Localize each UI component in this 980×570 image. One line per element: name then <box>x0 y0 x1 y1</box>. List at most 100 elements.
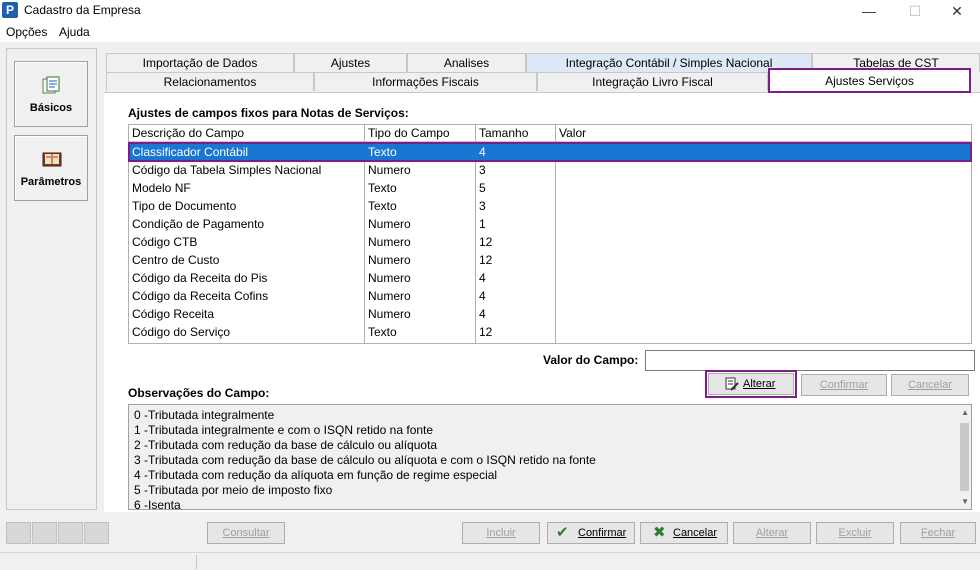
observacoes-title: Observações do Campo: <box>128 386 270 400</box>
cell-tamanho[interactable]: 4 <box>476 305 555 323</box>
table-row[interactable]: Condição de Pagamento Numero 1 <box>129 215 971 233</box>
cell-tamanho[interactable]: 5 <box>476 179 555 197</box>
table-row[interactable]: Tipo de Documento Texto 3 <box>129 197 971 215</box>
obs-line: 6 -Isenta <box>134 498 181 510</box>
cell-tamanho[interactable]: 4 <box>476 143 555 161</box>
alterar-label: Alterar <box>743 378 776 390</box>
tab-analises[interactable]: Analises <box>407 53 526 72</box>
cell-descricao[interactable]: Código da Receita do Pis <box>129 269 364 287</box>
menu-ajuda[interactable]: Ajuda <box>59 25 90 39</box>
scroll-up-icon[interactable]: ▲ <box>961 408 969 417</box>
cell-valor[interactable] <box>556 323 971 341</box>
table-row[interactable]: Modelo NF Texto 5 <box>129 179 971 197</box>
scrollbar-thumb[interactable] <box>960 423 969 491</box>
cell-tipo[interactable]: Texto <box>365 323 475 341</box>
menu-opcoes[interactable]: Opções <box>6 25 47 39</box>
cell-descricao[interactable]: Centro de Custo <box>129 251 364 269</box>
cell-descricao[interactable]: Condição de Pagamento <box>129 215 364 233</box>
cell-tipo[interactable]: Texto <box>365 143 475 161</box>
cell-valor[interactable] <box>556 251 971 269</box>
cell-tipo[interactable]: Numero <box>365 269 475 287</box>
cell-descricao[interactable]: Código Receita <box>129 305 364 323</box>
fechar-button[interactable]: Fechar <box>900 522 976 544</box>
cell-tamanho[interactable]: 12 <box>476 251 555 269</box>
cell-tamanho[interactable]: 1 <box>476 215 555 233</box>
parametros-button[interactable]: Parâmetros <box>14 135 88 201</box>
cell-valor[interactable] <box>556 143 971 161</box>
cell-tamanho[interactable]: 12 <box>476 323 555 341</box>
table-row[interactable]: Classificador Contábil Texto 4 <box>128 142 972 162</box>
cancelar-field-button[interactable]: Cancelar <box>891 374 969 396</box>
cell-valor[interactable] <box>556 197 971 215</box>
table-row[interactable]: Código CTB Numero 12 <box>129 233 971 251</box>
column-header-valor[interactable]: Valor <box>556 125 971 142</box>
cell-descricao[interactable]: Tipo de Documento <box>129 197 364 215</box>
column-header-descricao[interactable]: Descrição do Campo <box>129 125 365 142</box>
table-row[interactable]: Código da Tabela Simples Nacional Numero 3 <box>129 161 971 179</box>
cell-tipo[interactable]: Numero <box>365 251 475 269</box>
table-row[interactable]: Código da Receita Cofins Numero 4 <box>129 287 971 305</box>
consultar-button[interactable]: Consultar <box>207 522 285 544</box>
cell-valor[interactable] <box>556 233 971 251</box>
cell-tipo[interactable]: Texto <box>365 179 475 197</box>
table-row[interactable]: Código Receita Numero 4 <box>129 305 971 323</box>
basicos-label: Básicos <box>29 102 73 114</box>
column-header-tipo[interactable]: Tipo do Campo <box>365 125 476 142</box>
tab-importacao-dados[interactable]: Importação de Dados <box>106 53 294 72</box>
cell-valor[interactable] <box>556 269 971 287</box>
cell-tipo[interactable]: Numero <box>365 161 475 179</box>
tab-ajustes-servicos[interactable]: Ajustes Serviços <box>768 68 971 93</box>
valor-campo-input[interactable] <box>645 350 975 371</box>
tab-informacoes-fiscais[interactable]: Informações Fiscais <box>314 72 537 91</box>
alterar-button[interactable]: Alterar <box>733 522 811 544</box>
observacoes-scrollbar[interactable]: ▲ ▼ <box>958 405 971 509</box>
basicos-button[interactable]: Básicos <box>14 61 88 127</box>
maximize-button[interactable]: ☐ <box>892 0 938 22</box>
cell-tamanho[interactable]: 3 <box>476 161 555 179</box>
tab-relacionamentos[interactable]: Relacionamentos <box>106 72 314 91</box>
observacoes-textarea[interactable]: 0 -Tributada integralmente 1 -Tributada … <box>128 404 972 510</box>
cell-tipo[interactable]: Numero <box>365 215 475 233</box>
tab-ajustes[interactable]: Ajustes <box>294 53 407 72</box>
cell-valor[interactable] <box>556 161 971 179</box>
cell-descricao[interactable]: Código da Tabela Simples Nacional <box>129 161 364 179</box>
fields-grid[interactable]: Descrição do Campo Tipo do Campo Tamanho… <box>128 124 972 344</box>
alterar-field-button[interactable]: Alterar <box>705 370 797 398</box>
cell-tipo[interactable]: Texto <box>365 197 475 215</box>
obs-line: 1 -Tributada integralmente e com o ISQN … <box>134 423 434 437</box>
confirmar-field-button[interactable]: Confirmar <box>801 374 887 396</box>
excluir-button[interactable]: Excluir <box>816 522 894 544</box>
incluir-button[interactable]: Incluir <box>462 522 540 544</box>
nav-next-button[interactable] <box>58 522 83 544</box>
cell-valor[interactable] <box>556 215 971 233</box>
minimize-button[interactable]: — <box>846 0 892 22</box>
cell-tipo[interactable]: Numero <box>365 287 475 305</box>
nav-prev-button[interactable] <box>32 522 57 544</box>
cell-descricao[interactable]: Código da Receita Cofins <box>129 287 364 305</box>
cell-tipo[interactable]: Numero <box>365 233 475 251</box>
cell-tamanho[interactable]: 4 <box>476 287 555 305</box>
scroll-down-icon[interactable]: ▼ <box>961 497 969 506</box>
cell-tamanho[interactable]: 4 <box>476 269 555 287</box>
cell-valor[interactable] <box>556 287 971 305</box>
tab-integracao-livro-fiscal[interactable]: Integração Livro Fiscal <box>537 72 768 91</box>
cell-tipo[interactable]: Numero <box>365 305 475 323</box>
cancelar-button[interactable]: ✖ Cancelar <box>640 522 728 544</box>
confirmar-button[interactable]: ✔ Confirmar <box>547 522 635 544</box>
nav-last-button[interactable] <box>84 522 109 544</box>
table-row[interactable]: Centro de Custo Numero 12 <box>129 251 971 269</box>
cell-valor[interactable] <box>556 179 971 197</box>
cell-tamanho[interactable]: 12 <box>476 233 555 251</box>
cell-descricao[interactable]: Código CTB <box>129 233 364 251</box>
cell-valor[interactable] <box>556 305 971 323</box>
cell-descricao[interactable]: Classificador Contábil <box>129 143 364 161</box>
column-header-tamanho[interactable]: Tamanho <box>476 125 556 142</box>
nav-first-button[interactable] <box>6 522 31 544</box>
cell-descricao[interactable]: Código do Serviço <box>129 323 364 341</box>
cell-tamanho[interactable]: 3 <box>476 197 555 215</box>
table-row[interactable]: Código do Serviço Texto 12 <box>129 323 971 341</box>
close-button[interactable]: ✕ <box>934 0 980 22</box>
cell-descricao[interactable]: Modelo NF <box>129 179 364 197</box>
cancelar-label: Cancelar <box>673 527 718 539</box>
table-row[interactable]: Código da Receita do Pis Numero 4 <box>129 269 971 287</box>
